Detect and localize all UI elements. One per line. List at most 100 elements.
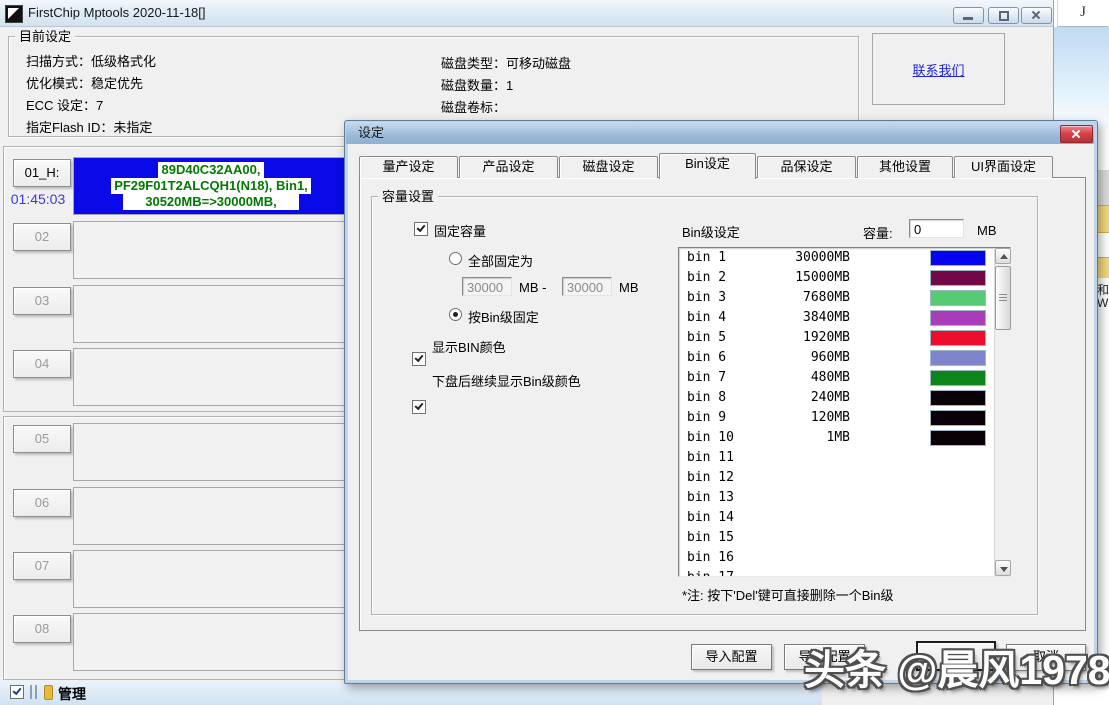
optimize-mode-label: 优化模式：稳定优先 [26, 73, 143, 92]
slot-result-line: 89D40C32AA00, [158, 162, 263, 178]
bin-color-swatch [930, 270, 986, 286]
fixed-capacity-checkbox[interactable] [414, 222, 428, 236]
tab-other[interactable]: 其他设置 [857, 156, 953, 178]
slot-result-line: PF29F01T2ALCQH1(N18), Bin1, [111, 178, 311, 194]
bin-row[interactable]: bin 11 [679, 448, 1010, 468]
bin-list[interactable]: bin 130000MBbin 215000MBbin 37680MBbin 4… [678, 247, 1011, 577]
bin-color-swatch [930, 310, 986, 326]
tab-qa[interactable]: 品保设定 [757, 156, 856, 178]
background-column-header: J [1057, 0, 1108, 27]
title-bar[interactable]: FirstChip Mptools 2020-11-18[] [0, 0, 1053, 27]
slot-05-button[interactable]: 05 [13, 425, 71, 453]
close-button[interactable] [1021, 7, 1052, 24]
slot-06-button[interactable]: 06 [13, 489, 71, 517]
scroll-up-button[interactable] [995, 248, 1011, 264]
bin-color-swatch [930, 370, 986, 386]
dialog-close-button[interactable] [1060, 125, 1093, 143]
tab-ui[interactable]: UI界面设定 [954, 156, 1053, 178]
min-capacity-field[interactable]: 30000 [462, 277, 512, 296]
background-highlight-row [1097, 205, 1109, 233]
flash-id-label: 指定Flash ID：未指定 [26, 117, 152, 136]
bin-name: bin 17 [687, 568, 734, 577]
disk-label-label: 磁盘卷标： [441, 97, 506, 116]
slot-result-line: 30520MB=>30000MB, [123, 194, 299, 210]
bin-row[interactable]: bin 6960MB [679, 348, 1010, 368]
bin-color-swatch [930, 250, 986, 266]
slot-07-result [73, 550, 349, 608]
maximize-button[interactable] [988, 7, 1019, 24]
slot-01-button[interactable]: 01_H: [13, 159, 71, 187]
delete-hint-note: *注: 按下'Del'键可直接删除一个Bin级 [682, 585, 894, 604]
group-title: 容量设置 [378, 189, 438, 204]
bin-size: 120MB [687, 408, 850, 428]
max-capacity-field[interactable]: 30000 [562, 277, 612, 296]
by-bin-radio[interactable] [449, 308, 462, 321]
contact-us-link[interactable]: 联系我们 [873, 60, 1004, 79]
manage-icon [44, 685, 53, 700]
tab-bin[interactable]: Bin设定 [659, 153, 756, 179]
bin-name: bin 13 [687, 488, 734, 508]
bin-size: 7680MB [687, 288, 850, 308]
bin-row[interactable]: bin 15 [679, 528, 1010, 548]
slot-05-result [73, 423, 349, 481]
bin-color-swatch [930, 330, 986, 346]
show-bin-color-checkbox[interactable] [412, 352, 426, 366]
scroll-down-button[interactable] [995, 560, 1011, 576]
bin-row[interactable]: bin 8240MB [679, 388, 1010, 408]
slot-01-result: 89D40C32AA00, PF29F01T2ALCQH1(N18), Bin1… [73, 157, 349, 215]
bin-row[interactable]: bin 7480MB [679, 368, 1010, 388]
slot-03-button[interactable]: 03 [13, 287, 71, 315]
bin-size: 3840MB [687, 308, 850, 328]
tab-product[interactable]: 产品设定 [459, 156, 558, 178]
manage-checkbox[interactable] [10, 685, 24, 699]
bin-row[interactable]: bin 17 [679, 568, 1010, 577]
tab-mass-production[interactable]: 量产设定 [359, 156, 458, 178]
slot-04-result [73, 348, 349, 406]
bin-color-swatch [930, 410, 986, 426]
bin-row[interactable]: bin 9120MB [679, 408, 1010, 428]
bin-list-title: Bin级设定 [682, 222, 740, 241]
bin-row[interactable]: bin 130000MB [679, 248, 1010, 268]
bin-row[interactable]: bin 13 [679, 488, 1010, 508]
divider [30, 685, 32, 699]
bin-row[interactable]: bin 51920MB [679, 328, 1010, 348]
bin-name: bin 12 [687, 468, 734, 488]
bin-row[interactable]: bin 43840MB [679, 308, 1010, 328]
bin-row[interactable]: bin 14 [679, 508, 1010, 528]
bin-list-scrollbar[interactable] [994, 248, 1012, 576]
import-config-button[interactable]: 导入配置 [691, 644, 772, 670]
bin-size: 1920MB [687, 328, 850, 348]
fixed-capacity-label: 固定容量 [434, 221, 486, 240]
bin-row[interactable]: bin 16 [679, 548, 1010, 568]
bin-row[interactable]: bin 12 [679, 468, 1010, 488]
bin-row[interactable]: bin 37680MB [679, 288, 1010, 308]
tab-disk[interactable]: 磁盘设定 [559, 156, 658, 178]
scan-mode-label: 扫描方式：低级格式化 [26, 51, 156, 70]
background-highlight-row [1097, 257, 1109, 278]
contact-box: 联系我们 [872, 33, 1005, 105]
slot-07-button[interactable]: 07 [13, 552, 71, 580]
bin-size: 15000MB [687, 268, 850, 288]
bin-size: 240MB [687, 388, 850, 408]
bin-color-swatch [930, 350, 986, 366]
scrollbar-thumb[interactable] [995, 266, 1011, 330]
show-bin-color-label: 显示BIN颜色 [432, 337, 506, 356]
fix-all-radio[interactable] [449, 252, 462, 265]
slot-08-button[interactable]: 08 [13, 615, 71, 643]
bin-row[interactable]: bin 215000MB [679, 268, 1010, 288]
window-title: FirstChip Mptools 2020-11-18[] [28, 0, 206, 26]
keep-bin-color-checkbox[interactable] [412, 400, 426, 414]
watermark: 头条 @晨风197888 [804, 636, 1109, 696]
slot-02-button[interactable]: 02 [13, 223, 71, 251]
app-icon [5, 5, 23, 23]
minimize-button[interactable] [953, 7, 984, 24]
slot-04-button[interactable]: 04 [13, 350, 71, 378]
bin-color-swatch [930, 430, 986, 446]
background-gradient [1054, 27, 1109, 83]
bin-row[interactable]: bin 101MB [679, 428, 1010, 448]
bin-size: 960MB [687, 348, 850, 368]
dialog-title-bar[interactable]: 设定 [346, 122, 1094, 144]
range-unit-label: MB [619, 280, 639, 295]
capacity-label: 容量: [863, 223, 893, 242]
capacity-input[interactable]: 0 [909, 219, 964, 238]
